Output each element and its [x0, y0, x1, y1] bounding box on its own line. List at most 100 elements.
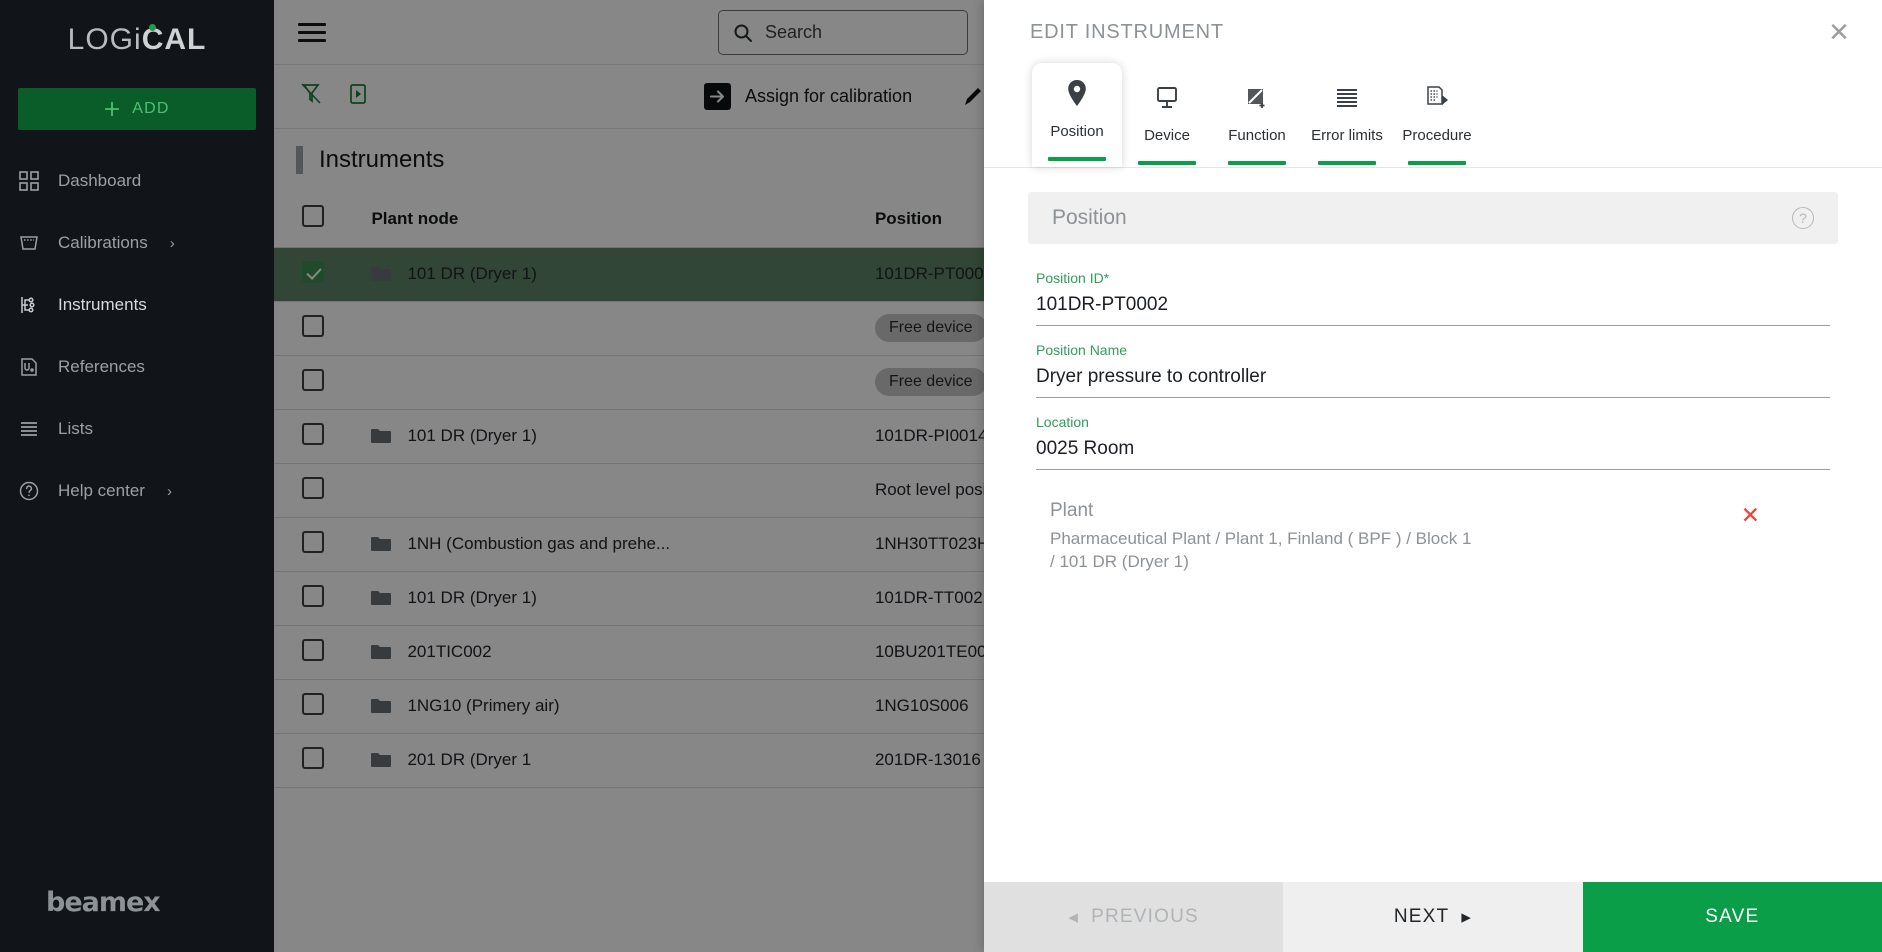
- panel-body: Position ? Position ID* 101DR-PT0002 Pos…: [984, 168, 1882, 882]
- plant-texts: Plant Pharmaceutical Plant / Plant 1, Fi…: [1050, 500, 1723, 574]
- sidebar-item-lists[interactable]: Lists: [0, 398, 274, 460]
- tab-label: Procedure: [1402, 127, 1472, 144]
- menu-toggle-icon[interactable]: [298, 18, 326, 47]
- chevron-right-icon: ›: [169, 234, 175, 252]
- row-checkbox[interactable]: [302, 638, 324, 661]
- position-text: 10BU201TE001: [874, 642, 996, 661]
- remove-plant-icon[interactable]: ✕: [1741, 502, 1760, 529]
- sidebar-item-instruments[interactable]: Instruments: [0, 274, 274, 336]
- position-name-input[interactable]: Dryer pressure to controller: [1036, 366, 1830, 398]
- pencil-icon: [965, 87, 982, 105]
- row-select-cell: [274, 679, 372, 734]
- tab-label: Device: [1144, 127, 1190, 144]
- cell-plant-node: 101 DR (Dryer 1): [371, 571, 875, 626]
- add-button-label: ADD: [132, 100, 170, 117]
- plant-label: Plant: [1050, 500, 1094, 521]
- close-icon[interactable]: ✕: [1824, 18, 1854, 48]
- location-input[interactable]: 0025 Room: [1036, 438, 1830, 470]
- add-button[interactable]: ADD: [18, 88, 256, 130]
- plant-node-text: 201 DR (Dryer 1: [407, 750, 532, 769]
- row-checkbox[interactable]: [302, 422, 324, 445]
- page-title: Instruments: [319, 146, 445, 173]
- filter-off-icon[interactable]: [298, 81, 324, 112]
- cell-plant-node: 101 DR (Dryer 1): [371, 409, 875, 464]
- tab-device[interactable]: Device: [1122, 71, 1212, 167]
- logo-part-2: i: [134, 23, 142, 56]
- cell-plant-node: 1NH (Combustion gas and prehe...: [371, 517, 875, 572]
- field-position-id: Position ID* 101DR-PT0002: [1028, 254, 1838, 326]
- beamex-brand-footer: beamex: [46, 887, 161, 918]
- cell-plant-node: [371, 463, 875, 518]
- section-header-position: Position ?: [1028, 192, 1838, 244]
- help-circle-icon[interactable]: ?: [1792, 207, 1814, 229]
- app-root: LOGiCAL ADD Dashboard Calibrations › Ins…: [0, 0, 1882, 952]
- position-text: 1NG10S006: [874, 696, 969, 715]
- logo-dot-icon: [148, 24, 156, 31]
- field-position-name: Position Name Dryer pressure to controll…: [1028, 326, 1838, 398]
- sidebar-item-label: Help center: [58, 481, 145, 500]
- tab-procedure[interactable]: Procedure: [1392, 71, 1482, 167]
- tab-error-limits[interactable]: Error limits: [1302, 71, 1392, 167]
- field-label: Position Name: [1036, 342, 1128, 358]
- save-button[interactable]: SAVE: [1582, 882, 1882, 952]
- sidebar-item-help-center[interactable]: Help center ›: [0, 460, 274, 522]
- row-checkbox[interactable]: [302, 530, 324, 553]
- previous-button[interactable]: ◂ PREVIOUS: [984, 882, 1284, 952]
- required-marker: *: [1103, 270, 1110, 286]
- next-button[interactable]: NEXT ▸: [1283, 882, 1583, 952]
- sidebar-item-references[interactable]: References: [0, 336, 274, 398]
- row-checkbox[interactable]: [302, 476, 324, 499]
- assign-button-label: Assign for calibration: [745, 86, 913, 106]
- app-logo: LOGiCAL: [0, 0, 274, 80]
- previous-label: PREVIOUS: [1091, 906, 1199, 927]
- tab-function[interactable]: Function: [1212, 71, 1302, 167]
- search-input[interactable]: Search: [718, 10, 968, 55]
- sidebar: LOGiCAL ADD Dashboard Calibrations › Ins…: [0, 0, 274, 952]
- field-label-text: Position ID: [1036, 270, 1104, 286]
- lists-icon: [16, 416, 42, 442]
- row-checkbox[interactable]: [302, 692, 324, 715]
- sidebar-item-label: Dashboard: [58, 171, 142, 190]
- tab-active-underline: [1048, 157, 1106, 161]
- select-all-checkbox[interactable]: [302, 205, 324, 228]
- folder-icon: [371, 591, 392, 605]
- row-checkbox[interactable]: [302, 746, 324, 769]
- assign-for-calibration-button[interactable]: Assign for calibration: [704, 83, 912, 110]
- row-select-cell: [274, 625, 372, 680]
- tab-label: Position: [1050, 123, 1104, 140]
- plus-icon: [105, 102, 120, 116]
- procedure-icon: [1422, 81, 1452, 115]
- position-text: 101DR-PT0002: [874, 264, 994, 283]
- row-checkbox[interactable]: [302, 584, 324, 607]
- tab-underline: [1228, 161, 1286, 165]
- sidebar-item-calibrations[interactable]: Calibrations ›: [0, 212, 274, 274]
- sidebar-item-label: References: [58, 357, 145, 376]
- field-label: Location: [1036, 414, 1089, 430]
- logo-part-1: LOG: [67, 23, 135, 56]
- sidebar-item-label: Lists: [58, 419, 93, 438]
- plant-node-text: 101 DR (Dryer 1): [407, 426, 537, 445]
- previous-arrow-icon: ◂: [1068, 906, 1080, 928]
- position-id-input[interactable]: 101DR-PT0002: [1036, 294, 1830, 326]
- panel-header: EDIT INSTRUMENT ✕: [984, 0, 1882, 64]
- tab-position[interactable]: Position: [1032, 63, 1122, 167]
- title-accent-bar: [296, 146, 303, 174]
- row-checkbox[interactable]: [302, 368, 324, 391]
- plant-node-text: 1NG10 (Primery air): [407, 696, 560, 715]
- column-header-plant-node[interactable]: Plant node: [371, 191, 875, 248]
- error-limits-icon: [1332, 81, 1362, 115]
- field-location: Location 0025 Room: [1028, 398, 1838, 470]
- section-title: Position: [1052, 206, 1127, 229]
- cell-plant-node: 101 DR (Dryer 1): [371, 247, 875, 302]
- tab-underline: [1138, 161, 1196, 165]
- cell-plant-node: 1NG10 (Primery air): [371, 679, 875, 734]
- folder-icon: [371, 267, 392, 281]
- row-checkbox[interactable]: [302, 260, 324, 283]
- sidebar-item-dashboard[interactable]: Dashboard: [0, 150, 274, 212]
- references-icon: [16, 354, 42, 380]
- row-checkbox[interactable]: [302, 314, 324, 337]
- row-select-cell: [274, 733, 372, 788]
- row-select-cell: [274, 517, 372, 572]
- run-icon[interactable]: [346, 82, 370, 111]
